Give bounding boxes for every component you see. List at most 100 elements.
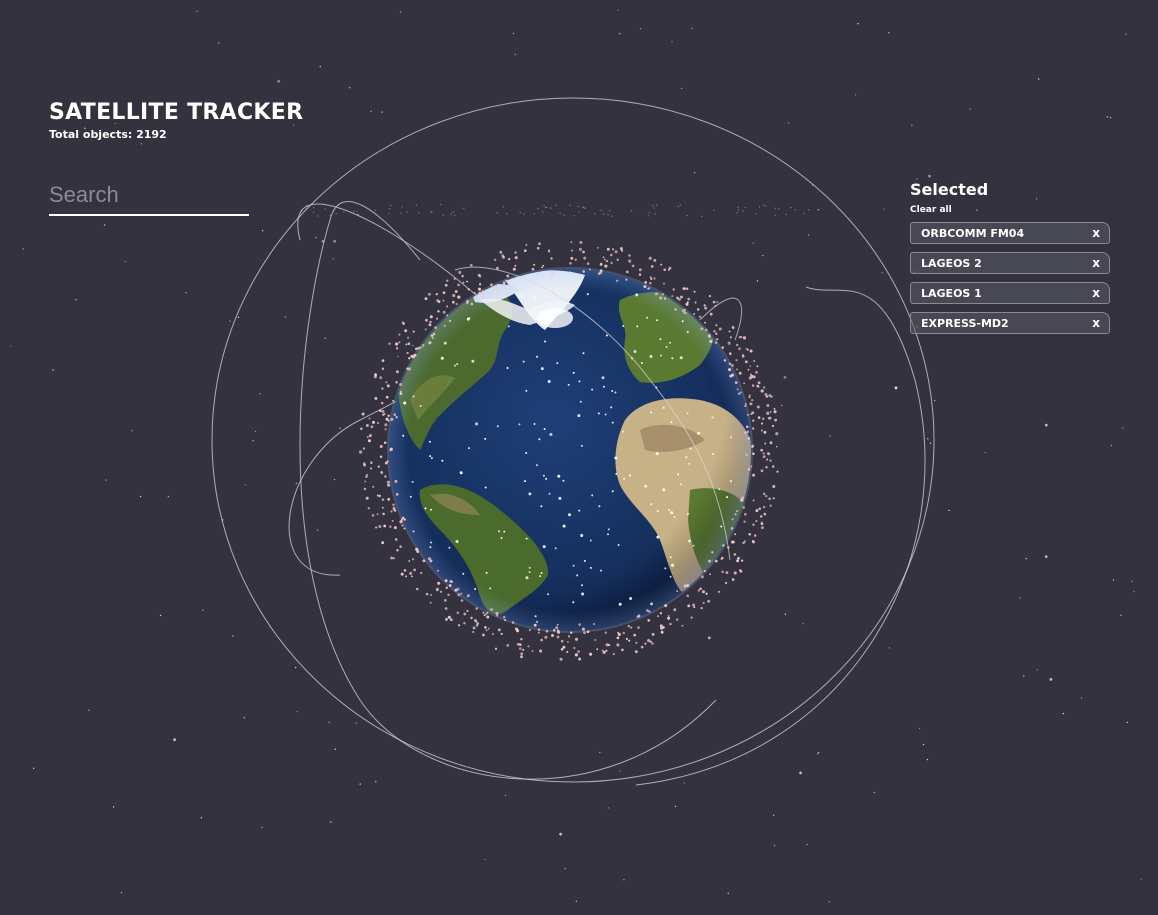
satellite-dot[interactable] bbox=[686, 412, 689, 415]
satellite-dot[interactable] bbox=[528, 492, 532, 496]
satellite-dot[interactable] bbox=[582, 352, 585, 355]
satellite-dot[interactable] bbox=[525, 576, 529, 580]
satellite-dot[interactable] bbox=[597, 412, 600, 415]
satellite-dot[interactable] bbox=[547, 380, 551, 383]
satellite-dot[interactable] bbox=[547, 593, 550, 596]
satellite-dot[interactable] bbox=[441, 459, 444, 462]
satellite-dot[interactable] bbox=[567, 383, 570, 386]
satellite-dot[interactable] bbox=[489, 587, 492, 590]
satellite-dot[interactable] bbox=[443, 341, 447, 345]
satellite-dot[interactable] bbox=[615, 473, 618, 475]
satellite-dot[interactable] bbox=[533, 297, 536, 300]
satellite-dot[interactable] bbox=[440, 356, 444, 360]
satellite-dot[interactable] bbox=[556, 362, 559, 365]
close-x-icon[interactable]: x bbox=[1092, 316, 1100, 330]
satellite-dot[interactable] bbox=[430, 541, 432, 544]
satellite-dot[interactable] bbox=[429, 455, 432, 458]
satellite-dot[interactable] bbox=[580, 444, 583, 447]
satellite-dot[interactable] bbox=[614, 391, 617, 394]
satellite-dot[interactable] bbox=[692, 544, 695, 547]
satellite-dot[interactable] bbox=[614, 456, 618, 460]
satellite-dot[interactable] bbox=[540, 367, 544, 371]
satellite-dot[interactable] bbox=[611, 421, 614, 424]
satellite-dot[interactable] bbox=[591, 494, 594, 497]
earth-globe[interactable] bbox=[387, 267, 754, 633]
satellite-dot[interactable] bbox=[656, 319, 659, 322]
satellite-dot[interactable] bbox=[628, 474, 631, 477]
satellite-dot[interactable] bbox=[589, 539, 592, 542]
satellite-dot[interactable] bbox=[622, 325, 625, 327]
satellite-dot[interactable] bbox=[604, 413, 607, 416]
satellite-dot[interactable] bbox=[459, 471, 463, 475]
satellite-dot[interactable] bbox=[656, 510, 659, 513]
satellite-dot[interactable] bbox=[525, 389, 528, 392]
satellite-dot[interactable] bbox=[602, 385, 605, 388]
satellite-dot[interactable] bbox=[578, 380, 581, 383]
satellite-dot[interactable] bbox=[521, 294, 523, 297]
satellite-dot[interactable] bbox=[640, 362, 643, 364]
satellite-dot[interactable] bbox=[617, 544, 620, 546]
selected-item[interactable]: LAGEOS 2 x bbox=[910, 252, 1110, 274]
satellite-dot[interactable] bbox=[664, 567, 667, 570]
satellite-dot[interactable] bbox=[456, 363, 459, 366]
satellite-dot[interactable] bbox=[538, 438, 541, 441]
satellite-dot[interactable] bbox=[670, 511, 674, 515]
satellite-dot[interactable] bbox=[622, 430, 624, 433]
satellite-dot[interactable] bbox=[474, 588, 477, 590]
satellite-dot[interactable] bbox=[646, 316, 649, 319]
satellite-dot[interactable] bbox=[586, 293, 589, 296]
satellite-dot[interactable] bbox=[498, 530, 500, 533]
satellite-dot[interactable] bbox=[536, 355, 538, 358]
satellite-dot[interactable] bbox=[411, 480, 414, 483]
satellite-dot[interactable] bbox=[524, 480, 526, 483]
selected-item[interactable]: EXPRESS-MD2 x bbox=[910, 312, 1110, 334]
search-input[interactable] bbox=[49, 180, 249, 216]
satellite-dot[interactable] bbox=[566, 302, 569, 305]
satellite-dot[interactable] bbox=[572, 601, 575, 604]
satellite-dot[interactable] bbox=[662, 488, 666, 492]
satellite-dot[interactable] bbox=[583, 559, 586, 562]
satellite-dot[interactable] bbox=[635, 293, 639, 297]
satellite-dot[interactable] bbox=[688, 539, 692, 543]
satellite-dot[interactable] bbox=[548, 492, 551, 495]
satellite-dot[interactable] bbox=[677, 473, 680, 476]
satellite-dot[interactable] bbox=[528, 566, 531, 569]
satellite-dot[interactable] bbox=[618, 602, 622, 606]
satellite-dot[interactable] bbox=[665, 345, 668, 348]
satellite-dot[interactable] bbox=[542, 474, 545, 477]
satellite-dot[interactable] bbox=[424, 507, 427, 510]
satellite-dot[interactable] bbox=[540, 505, 543, 508]
satellite-dot[interactable] bbox=[629, 597, 633, 600]
satellite-dot[interactable] bbox=[572, 564, 575, 567]
satellite-dot[interactable] bbox=[484, 486, 487, 489]
satellite-dot[interactable] bbox=[688, 462, 691, 465]
close-x-icon[interactable]: x bbox=[1092, 256, 1100, 270]
satellite-dot[interactable] bbox=[528, 571, 531, 574]
satellite-dot[interactable] bbox=[558, 496, 562, 500]
satellite-dot[interactable] bbox=[572, 371, 575, 374]
satellite-dot[interactable] bbox=[712, 453, 715, 455]
satellite-dot[interactable] bbox=[659, 338, 662, 341]
satellite-dot[interactable] bbox=[610, 406, 613, 409]
satellite-dot[interactable] bbox=[544, 340, 547, 343]
satellite-dot[interactable] bbox=[543, 428, 546, 430]
satellite-dot[interactable] bbox=[534, 615, 537, 618]
close-x-icon[interactable]: x bbox=[1092, 286, 1100, 300]
satellite-dot[interactable] bbox=[650, 503, 653, 506]
satellite-dot[interactable] bbox=[671, 563, 674, 567]
satellite-dot[interactable] bbox=[650, 411, 652, 414]
satellite-dot[interactable] bbox=[636, 325, 639, 328]
satellite-dot[interactable] bbox=[576, 574, 579, 577]
satellite-dot[interactable] bbox=[669, 556, 672, 559]
satellite-dot[interactable] bbox=[720, 525, 723, 528]
satellite-dot[interactable] bbox=[419, 405, 422, 407]
satellite-dot[interactable] bbox=[503, 530, 506, 533]
satellite-dot[interactable] bbox=[631, 357, 633, 360]
satellite-dot[interactable] bbox=[466, 317, 470, 321]
satellite-dot[interactable] bbox=[580, 534, 584, 537]
satellite-dot[interactable] bbox=[549, 433, 553, 436]
satellite-dot[interactable] bbox=[485, 571, 488, 574]
satellite-dot[interactable] bbox=[711, 416, 714, 419]
satellite-dot[interactable] bbox=[591, 388, 594, 391]
satellite-dot[interactable] bbox=[655, 452, 659, 456]
